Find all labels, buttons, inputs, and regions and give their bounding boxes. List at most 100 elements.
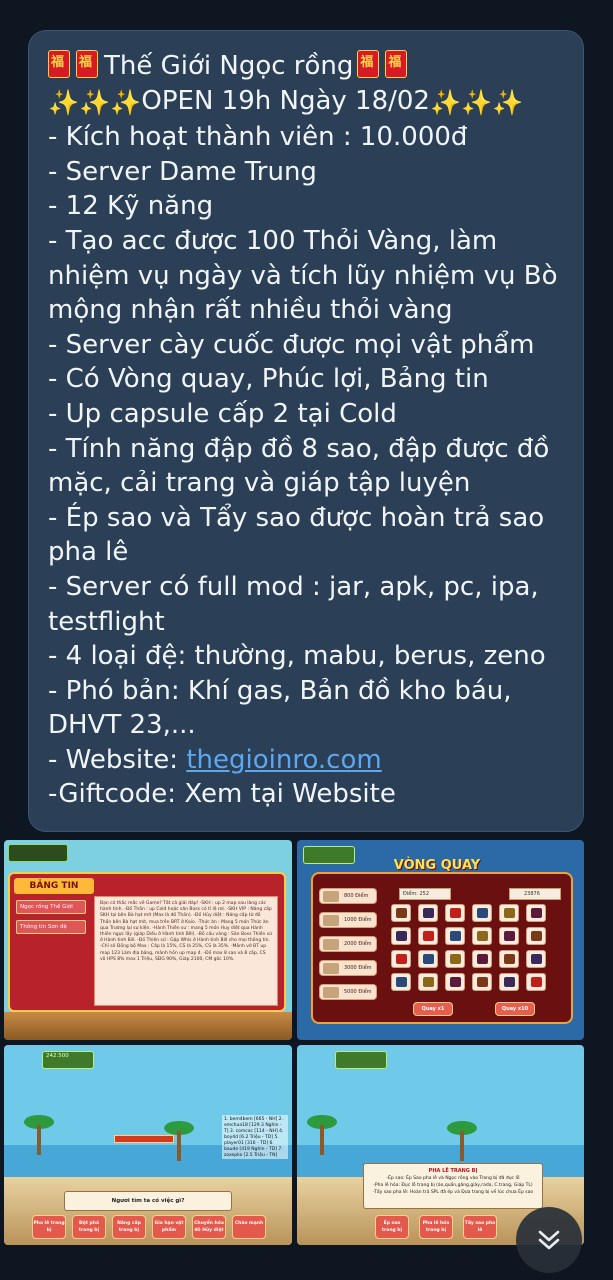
npc-option-button[interactable]: Nâng cấp trang bị — [112, 1215, 146, 1239]
upgrade-dialog-line: -Ép sao: Ép Sao pha lê và Ngọc rồng vào … — [386, 1176, 520, 1181]
player-hud — [303, 846, 355, 864]
item-icon — [450, 908, 461, 918]
news-content: Bạn có thắc mắc về Game? Tất cả giải đáp… — [94, 896, 278, 1006]
news-panel: BẢNG TIN Ngọc rồng Thế Giới Thông tin Sơ… — [8, 872, 286, 1012]
album-photo-3[interactable]: 242.500 1. bem4bem [665 - NH] 2. emchua1… — [4, 1045, 292, 1245]
message-line: - 4 loại đệ: thường, mabu, berus, zeno — [48, 641, 546, 672]
website-label: - Website: — [48, 744, 187, 775]
upgrade-option-button[interactable]: Ép sao trang bị — [375, 1215, 409, 1239]
item-icon — [423, 977, 434, 987]
npc-option-button[interactable]: Gia hạn vật phẩm — [152, 1215, 186, 1239]
message-line: - Tính năng đập đồ 8 sao, đập được đồ mặ… — [48, 433, 550, 499]
wheel-item-slot — [526, 973, 546, 991]
palm-tree — [447, 1121, 477, 1161]
reward-icon — [323, 939, 339, 950]
npc-option-button[interactable]: Chào mạnh — [232, 1215, 266, 1239]
player-hud — [335, 1051, 387, 1069]
spin-once-button[interactable]: Quay x1 — [413, 1002, 453, 1016]
wheel-item-slot — [526, 904, 546, 922]
message-line: - Tạo acc được 100 Thỏi Vàng, làm nhiệm … — [48, 225, 558, 326]
message-open-line: ✨✨✨OPEN 19h Ngày 18/02✨✨✨ — [48, 84, 571, 121]
upgrade-dialog: PHA LÊ TRANG BỊ -Ép sao: Ép Sao pha lê v… — [363, 1163, 543, 1209]
sparkles-icon: ✨✨✨ — [429, 87, 524, 117]
reward-icon — [323, 987, 339, 998]
reward-icon — [323, 963, 339, 974]
album-photo-2[interactable]: Điểm: 252 23876 800 Điểm 1000 Điểm 2000 … — [297, 840, 584, 1040]
points-tier[interactable]: 1000 Điểm — [319, 912, 377, 928]
message-line: - Ép sao và Tẩy sao được hoàn trả sao ph… — [48, 502, 545, 568]
wheel-item-slot — [445, 973, 465, 991]
item-icon — [531, 908, 542, 918]
wheel-item-slot — [391, 904, 411, 922]
points-tier[interactable]: 5000 Điểm — [319, 984, 377, 1000]
item-icon — [477, 954, 488, 964]
news-title: BẢNG TIN — [14, 878, 94, 894]
message-line: - Up capsule cấp 2 tại Cold — [48, 398, 397, 429]
wheel-panel: Điểm: 252 23876 800 Điểm 1000 Điểm 2000 … — [311, 872, 573, 1024]
leaderboard: 1. bem4bem [665 - NH] 2. emchua18 [129.3… — [222, 1115, 288, 1159]
chat-view: Thế Giới Ngọc rồng ✨✨✨OPEN 19h Ngày 18/0… — [0, 0, 613, 1280]
upgrade-option-button[interactable]: Tẩy sao pha lê — [463, 1215, 497, 1239]
npc-option-button[interactable]: Pha lê trang bị — [32, 1215, 66, 1239]
ticket-badge: 23876 — [509, 888, 561, 900]
website-link[interactable]: thegioinro.com — [186, 745, 381, 775]
wheel-item-slot — [418, 950, 438, 968]
message-line: - Server có full mod : jar, apk, pc, ipa… — [48, 571, 539, 637]
wheel-item-slot — [472, 973, 492, 991]
wheel-item-slot — [472, 904, 492, 922]
item-icon — [396, 954, 407, 964]
wheel-item-slot — [391, 973, 411, 991]
news-tabs: Ngọc rồng Thế Giới Thông tin Sơn đệ — [16, 900, 86, 1005]
player-hud — [8, 844, 68, 862]
message-line: - 12 Kỹ năng — [48, 191, 214, 222]
message-bubble[interactable]: Thế Giới Ngọc rồng ✨✨✨OPEN 19h Ngày 18/0… — [28, 30, 584, 832]
npc-option-button[interactable]: Chuyển hóa đồ Hủy diệt — [192, 1215, 226, 1239]
event-sign — [114, 1135, 174, 1143]
album-photo-1[interactable]: BẢNG TIN Ngọc rồng Thế Giới Thông tin Sơ… — [4, 840, 292, 1040]
item-icon — [504, 931, 515, 941]
message-line: - Phó bản: Khí gas, Bản đồ kho báu, DHVT… — [48, 675, 512, 741]
wheel-item-slot — [526, 950, 546, 968]
points-tier[interactable]: 3000 Điểm — [319, 960, 377, 976]
upgrade-dialog-line: -Tẩy sao pha lê: Hoàn trả SPL đã ép và Đ… — [372, 1190, 534, 1195]
chevron-double-down-icon — [538, 1230, 560, 1250]
item-icon — [396, 977, 407, 987]
wheel-item-slot — [445, 950, 465, 968]
item-icon — [504, 908, 515, 918]
scroll-to-bottom-button[interactable] — [516, 1207, 582, 1273]
message-title: Thế Giới Ngọc rồng — [104, 51, 354, 81]
item-icon — [423, 954, 434, 964]
wheel-items — [391, 904, 563, 994]
palm-tree — [307, 1115, 337, 1155]
npc-options: Pha lê trang bị Đột phá trang bị Nâng cấ… — [32, 1215, 272, 1241]
reward-icon — [323, 915, 339, 926]
game-logo — [104, 1053, 194, 1083]
upgrade-option-button[interactable]: Pha lê hóa trang bị — [419, 1215, 453, 1239]
wheel-item-slot — [418, 904, 438, 922]
wheel-title: VÒNG QUAY — [393, 858, 481, 873]
message-line: - Server cày cuốc được mọi vật phẩm — [48, 329, 535, 360]
points-tier[interactable]: 800 Điểm — [319, 888, 377, 904]
red-envelope-icon — [385, 50, 408, 78]
message-line: - Server Dame Trung — [48, 156, 317, 187]
item-icon — [423, 931, 434, 941]
item-icon — [531, 931, 542, 941]
item-icon — [531, 954, 542, 964]
points-tier[interactable]: 2000 Điểm — [319, 936, 377, 952]
news-tab-1[interactable]: Ngọc rồng Thế Giới — [16, 900, 86, 914]
item-icon — [477, 908, 488, 918]
item-icon — [477, 931, 488, 941]
spin-ten-button[interactable]: Quay x10 — [495, 1002, 535, 1016]
wheel-item-slot — [499, 950, 519, 968]
item-icon — [450, 977, 461, 987]
item-icon — [396, 908, 407, 918]
message-title-line: Thế Giới Ngọc rồng — [48, 49, 571, 84]
item-icon — [450, 931, 461, 941]
wheel-item-slot — [526, 927, 546, 945]
item-icon — [423, 908, 434, 918]
news-tab-2[interactable]: Thông tin Sơn đệ — [16, 920, 86, 934]
open-time: OPEN 19h Ngày 18/02 — [141, 85, 430, 116]
npc-option-button[interactable]: Đột phá trang bị — [72, 1215, 106, 1239]
ground — [4, 1012, 292, 1040]
item-icon — [504, 977, 515, 987]
